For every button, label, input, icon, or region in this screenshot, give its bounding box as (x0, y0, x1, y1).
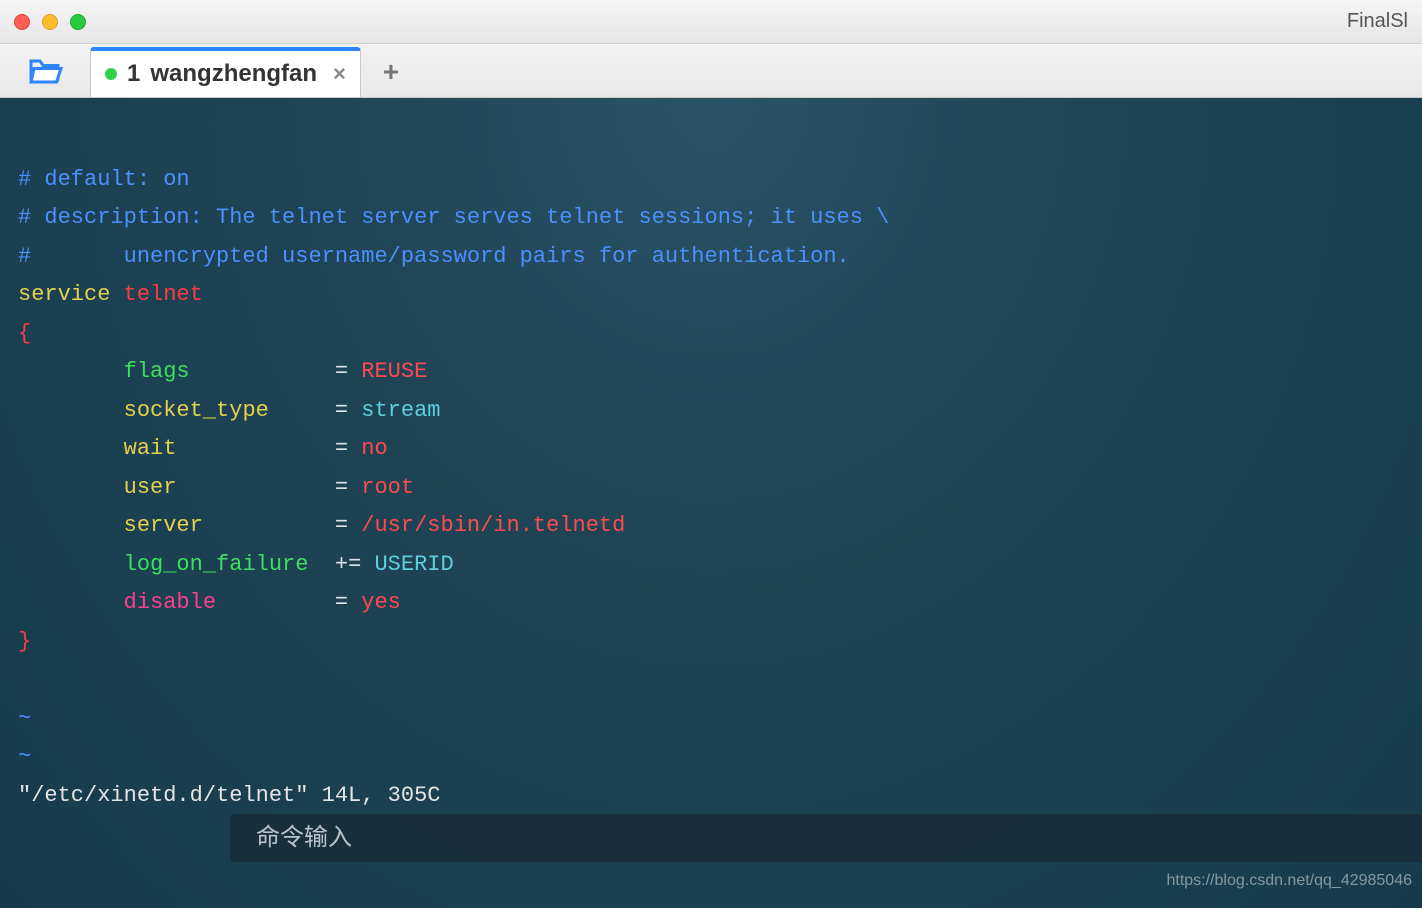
assign-op: = (335, 436, 348, 461)
connection-status-indicator (105, 68, 117, 80)
assign-op: = (335, 513, 348, 538)
attr-key: flags (124, 359, 190, 384)
service-name: telnet (124, 282, 203, 307)
assign-op: += (335, 552, 361, 577)
close-window-button[interactable] (14, 14, 30, 30)
attr-value: root (361, 475, 414, 500)
close-tab-icon[interactable]: × (333, 61, 346, 87)
minimize-window-button[interactable] (42, 14, 58, 30)
assign-op: = (335, 590, 348, 615)
plus-icon: + (383, 56, 399, 88)
attr-value: /usr/sbin/in.telnetd (361, 513, 625, 538)
folder-open-icon (28, 55, 64, 90)
assign-op: = (335, 475, 348, 500)
new-tab-button[interactable]: + (369, 47, 413, 97)
maximize-window-button[interactable] (70, 14, 86, 30)
brace-open: { (18, 321, 31, 346)
attr-key: socket_type (124, 398, 269, 423)
keyword-service: service (18, 282, 110, 307)
attr-key: user (124, 475, 177, 500)
terminal-content: # default: on # description: The telnet … (18, 161, 1404, 816)
vim-status-line: "/etc/xinetd.d/telnet" 14L, 305C (18, 783, 440, 808)
assign-op: = (335, 398, 348, 423)
vim-empty-line: ~ (18, 744, 31, 769)
attr-key: log_on_failure (124, 552, 309, 577)
comment-line: # description: The telnet server serves … (18, 205, 889, 230)
terminal-view[interactable]: # default: on # description: The telnet … (0, 98, 1422, 908)
attr-value: USERID (374, 552, 453, 577)
comment-line: # unencrypted username/password pairs fo… (18, 244, 850, 269)
attr-key: disable (124, 590, 216, 615)
comment-line: # default: on (18, 167, 190, 192)
command-input-bar[interactable]: 命令输入 (230, 814, 1422, 862)
attr-value: no (361, 436, 387, 461)
brace-close: } (18, 629, 31, 654)
window-controls (14, 14, 86, 30)
tab-session-1[interactable]: 1 wangzhengfan × (90, 47, 361, 97)
attr-value: stream (361, 398, 440, 423)
titlebar: FinalSl (0, 0, 1422, 44)
command-input-placeholder: 命令输入 (256, 819, 352, 858)
attr-key: wait (124, 436, 177, 461)
assign-op: = (335, 359, 348, 384)
watermark-text: https://blog.csdn.net/qq_42985046 (1166, 862, 1412, 901)
attr-value: REUSE (361, 359, 427, 384)
tab-label: wangzhengfan (150, 60, 317, 88)
vim-empty-line: ~ (18, 706, 31, 731)
app-title: FinalSl (1347, 10, 1408, 33)
tab-index: 1 (127, 60, 140, 88)
tab-bar: 1 wangzhengfan × + (0, 44, 1422, 98)
attr-value: yes (361, 590, 401, 615)
open-session-button[interactable] (8, 47, 84, 97)
attr-key: server (124, 513, 203, 538)
